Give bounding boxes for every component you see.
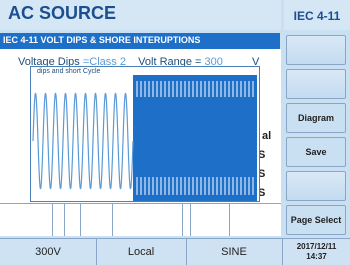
- diagram-button[interactable]: Diagram: [286, 103, 346, 133]
- page-title: AC SOURCE: [8, 3, 117, 23]
- status-mode: Local: [96, 239, 187, 265]
- interval-block: [133, 75, 257, 201]
- status-waveform: SINE: [186, 239, 283, 265]
- diagram-label-interval: Interval: [177, 68, 200, 75]
- table-cell: [190, 204, 230, 236]
- table-cell: [80, 204, 113, 236]
- status-voltage: 300V: [0, 239, 97, 265]
- status-time: 14:37: [306, 252, 327, 261]
- table-cell: [64, 204, 81, 236]
- section-title: IEC 4-11 VOLT DIPS & SHORE INTERUPTIONS: [3, 35, 201, 45]
- table-cell: [112, 204, 183, 236]
- waveform-diagram-popup: dips and short Cycle Interval: [30, 66, 260, 202]
- section-header: IEC 4-11 VOLT DIPS & SHORE INTERUPTIONS: [0, 33, 280, 49]
- sine-waveform: [32, 92, 134, 190]
- save-button[interactable]: Save: [286, 137, 346, 167]
- column-header-fragment: al: [262, 130, 272, 142]
- status-bar: 300V Local SINE 2017/12/11 14:37: [0, 238, 350, 265]
- table-grid-bottom: [0, 203, 281, 236]
- softkey-5[interactable]: [286, 171, 346, 201]
- standard-label: IEC 4-11: [284, 0, 350, 30]
- softkey-2[interactable]: [286, 69, 346, 99]
- softkey-panel: Diagram Save Page Select: [283, 33, 350, 236]
- title-bar: AC SOURCE: [0, 0, 281, 30]
- softkey-1[interactable]: [286, 35, 346, 65]
- table-cell: [0, 204, 53, 236]
- status-date: 2017/12/11: [296, 242, 337, 251]
- status-datetime: 2017/12/11 14:37: [283, 239, 350, 265]
- waveform-diagram: [32, 75, 257, 201]
- page-select-button[interactable]: Page Select: [286, 205, 346, 235]
